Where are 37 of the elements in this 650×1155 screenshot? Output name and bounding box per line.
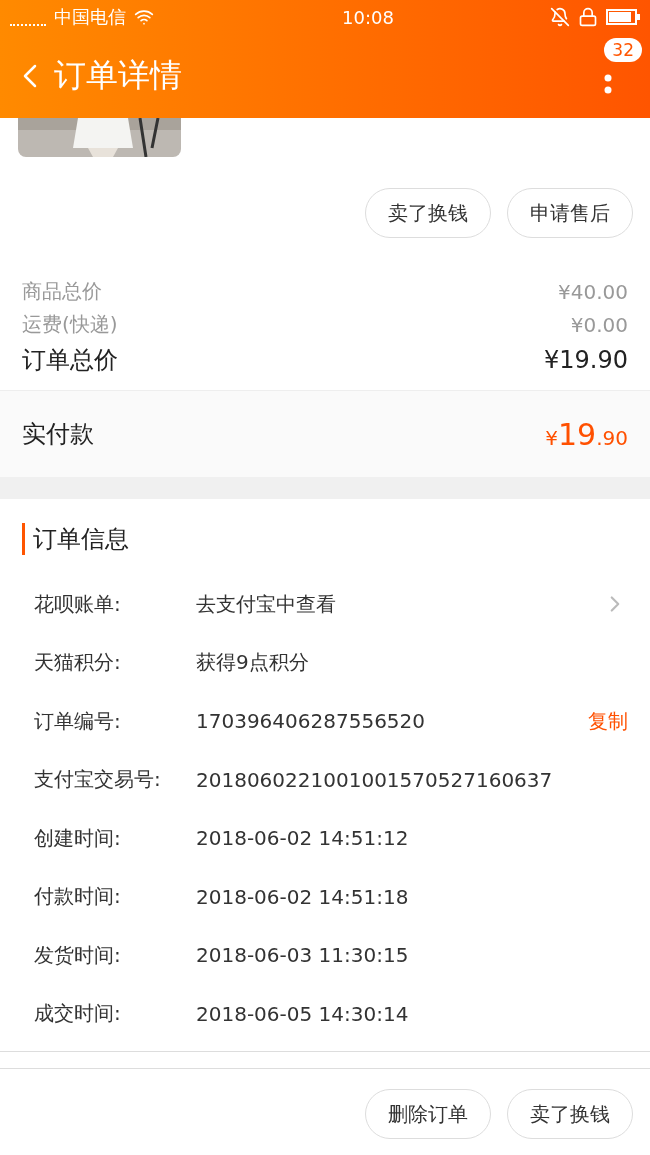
mute-icon bbox=[550, 7, 570, 27]
info-label: 成交时间: bbox=[34, 1000, 122, 1028]
paid-amount: ¥19.90 bbox=[545, 416, 628, 452]
info-value: 2018-06-02 14:51:18 bbox=[196, 884, 409, 909]
info-link[interactable]: 去支付宝中查看 bbox=[196, 591, 336, 616]
section-title: 订单信息 bbox=[22, 523, 628, 555]
action-button[interactable]: 卖了换钱 bbox=[365, 188, 491, 238]
price-label: 商品总价 bbox=[22, 278, 102, 305]
price-value: ¥40.00 bbox=[558, 279, 628, 304]
info-label: 花呗账单: bbox=[34, 590, 122, 618]
info-value: 170396406287556520 bbox=[196, 709, 426, 734]
info-value: 2018-06-02 14:51:12 bbox=[196, 826, 409, 851]
action-button[interactable]: 申请售后 bbox=[507, 188, 633, 238]
message-count-badge: 32 bbox=[604, 38, 642, 62]
action-button[interactable]: 卖了换钱 bbox=[507, 1089, 633, 1139]
price-label: 运费(快递) bbox=[22, 311, 118, 338]
carrier-name: 中国电信 bbox=[54, 5, 126, 29]
info-label: 创建时间: bbox=[34, 824, 122, 852]
info-label: 发货时间: bbox=[34, 941, 122, 969]
rotation-lock-icon bbox=[578, 7, 598, 27]
clock: 10:08 bbox=[342, 6, 394, 28]
price-value: ¥0.00 bbox=[570, 312, 628, 337]
page-title: 订单详情 bbox=[54, 55, 182, 96]
info-label: 支付宝交易号: bbox=[34, 766, 162, 794]
paid-label: 实付款 bbox=[22, 419, 94, 450]
battery-icon bbox=[606, 9, 640, 25]
info-value: 2018-06-03 11:30:15 bbox=[196, 943, 409, 968]
info-label: 付款时间: bbox=[34, 883, 122, 911]
wifi-icon bbox=[134, 7, 154, 27]
info-value: 2018-06-05 14:30:14 bbox=[196, 1001, 409, 1026]
info-label: 天猫积分: bbox=[34, 649, 122, 677]
info-value: 2018060221001001570527160637 bbox=[196, 767, 553, 792]
action-button[interactable]: 删除订单 bbox=[365, 1089, 491, 1139]
price-label: 订单总价 bbox=[22, 345, 118, 376]
info-label: 订单编号: bbox=[34, 707, 122, 735]
price-value: ¥19.90 bbox=[544, 346, 628, 374]
info-value: 获得9点积分 bbox=[196, 650, 309, 675]
